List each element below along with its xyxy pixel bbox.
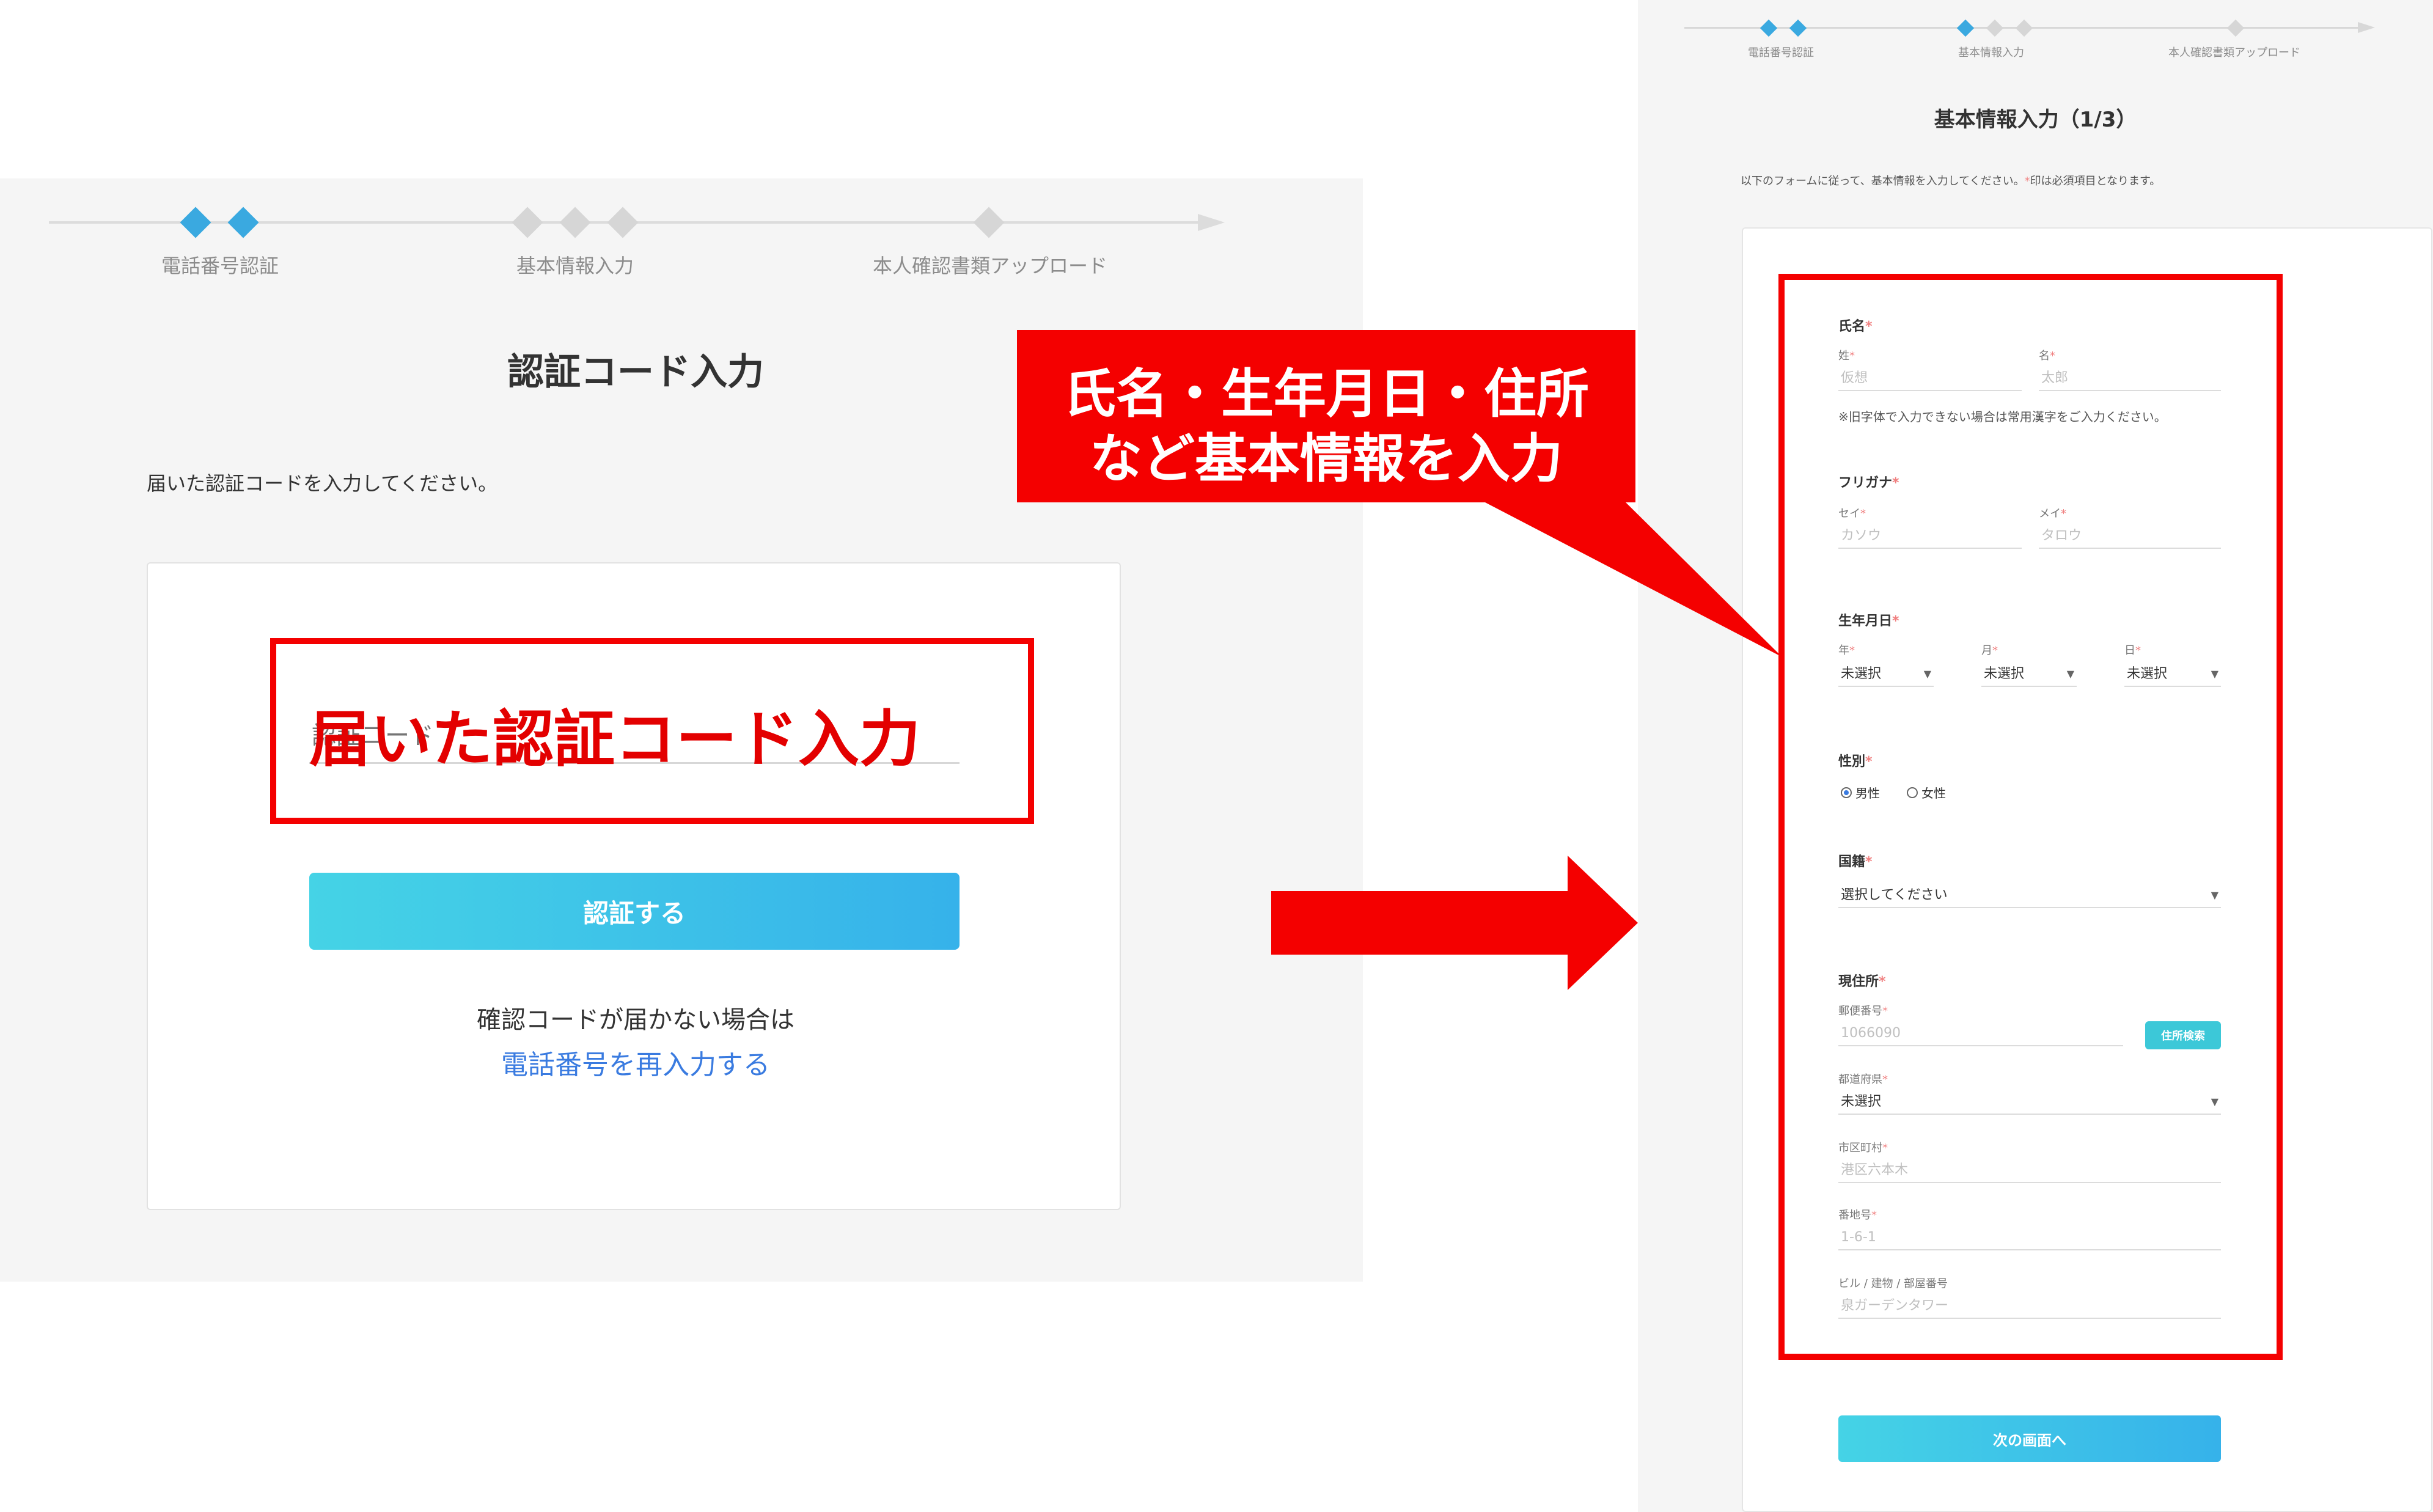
- required-mark: *: [2024, 175, 2030, 188]
- stepper-arrow-icon: [1198, 214, 1225, 231]
- instruction-text: 届いた認証コードを入力してください。: [147, 472, 498, 495]
- not-received-text: 確認コードが届かない場合は: [477, 1006, 794, 1034]
- reenter-phone-link[interactable]: 電話番号を再入力する: [0, 1043, 1271, 1082]
- callout-line-2: など基本情報を入力: [1090, 428, 1563, 490]
- instruction-text: 以下のフォームに従って、基本情報を入力してください。*印は必須項目となります。: [1741, 172, 2160, 188]
- step-label-phone: 電話番号認証: [161, 254, 279, 277]
- next-button[interactable]: 次の画面へ: [1838, 1415, 2221, 1462]
- highlight-box: [1778, 274, 2283, 1360]
- page-title: 基本情報入力（1/3）: [1934, 108, 2137, 132]
- verify-button[interactable]: 認証する: [309, 873, 960, 950]
- step-label-id-upload: 本人確認書類アップロード: [873, 254, 1108, 277]
- highlight-label: 届いた認証コード入力: [309, 703, 920, 775]
- instruction-main: 以下のフォームに従って、基本情報を入力してください。: [1741, 175, 2025, 188]
- instruction-suffix: 印は必須項目となります。: [2030, 175, 2161, 188]
- step-label-basic-info: 基本情報入力: [516, 254, 634, 277]
- step-label-phone: 電話番号認証: [1748, 46, 1814, 59]
- step-label-id-upload: 本人確認書類アップロード: [2168, 46, 2300, 59]
- flow-arrow-icon: [1271, 856, 1638, 990]
- step-label-basic-info: 基本情報入力: [1958, 46, 2024, 59]
- stepper-arrow-icon: [2358, 22, 2375, 33]
